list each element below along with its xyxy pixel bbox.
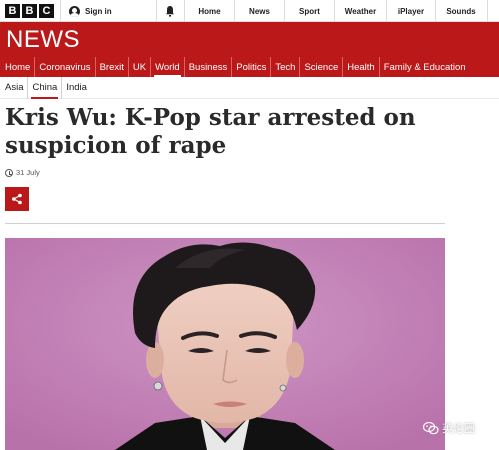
secnav-item-tech[interactable]: Tech <box>271 57 301 77</box>
article-date-row: 31 July <box>5 168 40 177</box>
section-nav: Home Coronavirus Brexit UK World Busines… <box>0 57 499 77</box>
wechat-watermark: 英伦圈 <box>423 420 475 436</box>
secnav-item-world[interactable]: World <box>151 57 185 77</box>
watermark-text: 英伦圈 <box>442 423 475 435</box>
secnav-item-coronavirus[interactable]: Coronavirus <box>35 57 96 77</box>
top-bar: B B C Sign in Home News Sport Weather iP… <box>0 0 499 22</box>
share-button[interactable] <box>5 187 29 211</box>
top-divider <box>156 0 157 22</box>
topnav-weather[interactable]: Weather <box>335 0 386 22</box>
secnav-item-uk[interactable]: UK <box>129 57 152 77</box>
topnav-sport[interactable]: Sport <box>285 0 334 22</box>
wechat-logo-icon <box>423 421 439 434</box>
topnav-iplayer[interactable]: iPlayer <box>387 0 435 22</box>
notifications-bell-icon[interactable] <box>165 5 175 17</box>
article-date: 31 July <box>16 168 40 177</box>
article-divider <box>5 223 445 224</box>
topnav-news[interactable]: News <box>235 0 284 22</box>
bbc-logo-letter: C <box>39 3 54 18</box>
secnav-item-family-education[interactable]: Family & Education <box>380 57 470 77</box>
article-hero-image <box>5 238 445 450</box>
article-headline: Kris Wu: K-Pop star arrested on suspicio… <box>5 104 416 159</box>
share-icon <box>12 193 22 205</box>
subnav-item-asia[interactable]: Asia <box>0 76 29 99</box>
portrait-photo <box>5 238 445 450</box>
secnav-item-brexit[interactable]: Brexit <box>96 57 129 77</box>
secnav-item-health[interactable]: Health <box>343 57 380 77</box>
clock-icon <box>5 168 13 177</box>
top-divider <box>487 0 488 22</box>
secnav-item-home[interactable]: Home <box>0 57 36 77</box>
sign-in-label: Sign in <box>85 6 112 16</box>
secnav-item-business[interactable]: Business <box>185 57 233 77</box>
bbc-logo[interactable]: B B C <box>5 3 54 18</box>
bbc-logo-letter: B <box>22 3 37 18</box>
sub-nav: Asia China India <box>0 76 499 99</box>
top-divider <box>60 0 61 22</box>
secnav-item-politics[interactable]: Politics <box>232 57 272 77</box>
topnav-sounds[interactable]: Sounds <box>436 0 486 22</box>
subnav-item-china[interactable]: China <box>28 76 63 99</box>
bbc-logo-letter: B <box>5 3 20 18</box>
user-icon <box>69 5 80 17</box>
subnav-item-india[interactable]: India <box>62 77 91 99</box>
secnav-item-science[interactable]: Science <box>300 57 344 77</box>
topnav-home[interactable]: Home <box>185 0 234 22</box>
news-banner: NEWS <box>0 22 499 57</box>
sign-in-link[interactable]: Sign in <box>69 0 112 22</box>
news-title[interactable]: NEWS <box>6 26 80 54</box>
